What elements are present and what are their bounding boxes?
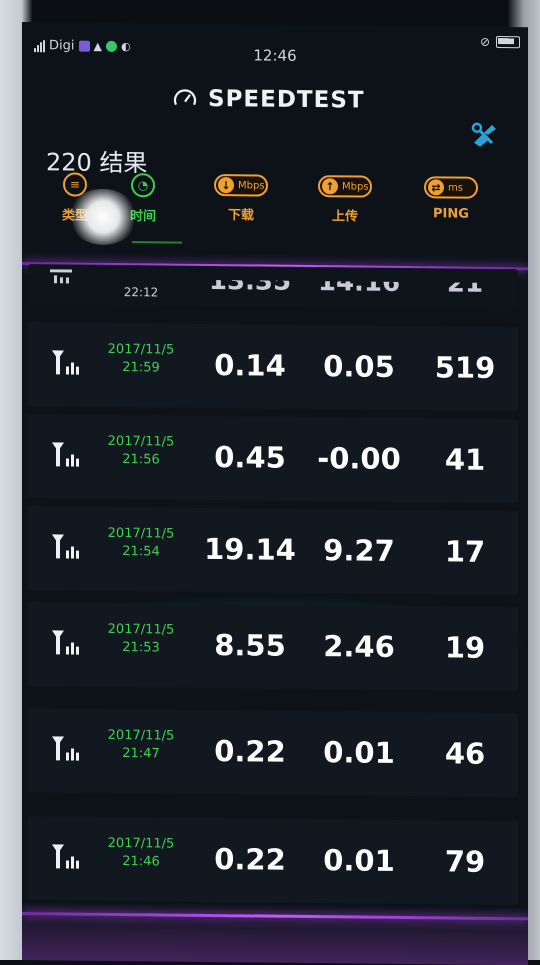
status-time: 12:46 [253, 46, 297, 65]
download-value: 13.35 [208, 265, 292, 297]
app-logo: SPEEDTEST [172, 86, 365, 114]
column-type[interactable]: ≡ 类型 [62, 172, 89, 224]
result-row[interactable]: 2017/11/5 21:56 0.45 -0.00 41 [28, 414, 518, 504]
warning-icon: ▲ [93, 39, 102, 53]
active-sort-underline [132, 241, 182, 244]
result-datetime: 2017/11/5 21:53 [96, 621, 186, 658]
clock-icon: ◔ [131, 173, 155, 198]
app-screen: Digi ▲ ◐ 12:46 ⊘ SPEEDTEST 220 结果 ≡ 类型 ◔… [22, 22, 528, 965]
download-unit: Mbps [238, 179, 265, 192]
result-time: 21:54 [122, 544, 160, 560]
result-time-value: 22:12 [123, 285, 159, 300]
result-time: 21:56 [122, 452, 160, 468]
ping-value: 21 [446, 268, 484, 299]
cellular-icon [50, 842, 80, 874]
result-time: 21:59 [122, 360, 160, 376]
download-unit-pill: ↓ Mbps [214, 174, 268, 197]
cellular-icon [50, 440, 80, 472]
download-arrow-icon: ↓ [218, 177, 234, 194]
carrier-name: Digi [49, 38, 75, 54]
result-row[interactable]: 2017/11/5 21:46 0.22 0.01 79 [28, 816, 518, 906]
column-download-label: 下载 [227, 208, 254, 224]
mute-icon: ⊘ [479, 34, 490, 49]
column-time-label: 时间 [130, 209, 157, 225]
cellular-icon [50, 268, 72, 287]
signal-icon [34, 39, 45, 52]
upload-unit-pill: ↑ Mbps [318, 175, 372, 198]
results-list[interactable]: 22:12 13.35 14.16 21 2017/11/5 21:59 0.1… [22, 262, 528, 965]
result-row[interactable]: 2017/11/5 21:53 8.55 2.46 19 [28, 602, 518, 692]
type-sort-icon: ≡ [63, 172, 87, 197]
column-header-bar: ≡ 类型 ◔ 时间 ↓ Mbps 下载 ↑ Mbps 上传 ⇄ ms PING [42, 172, 528, 247]
download-value: 0.22 [214, 842, 286, 877]
ping-unit-pill: ⇄ ms [424, 176, 478, 199]
result-date: 2017/11/5 [107, 727, 175, 744]
result-datetime: 2017/11/5 21:46 [96, 835, 186, 872]
result-date: 2017/11/5 [107, 835, 175, 852]
app-header: SPEEDTEST [22, 72, 528, 147]
settings-button[interactable] [470, 121, 498, 153]
download-value: 0.14 [214, 348, 286, 383]
download-value: 8.55 [214, 628, 286, 663]
ping-value: 46 [444, 736, 486, 771]
result-row[interactable]: 2017/11/5 21:54 19.14 9.27 17 [28, 506, 518, 596]
wechat-icon: ◐ [120, 40, 131, 54]
ping-value: 17 [444, 534, 486, 569]
result-row[interactable]: 2017/11/5 21:59 0.14 0.05 519 [28, 322, 518, 412]
tools-icon [471, 122, 496, 147]
app-notification-icon [78, 40, 90, 52]
status-right: ⊘ [480, 35, 520, 49]
result-date: 2017/11/5 [107, 525, 175, 542]
ping-value: 19 [444, 630, 486, 665]
upload-value: 0.05 [323, 349, 395, 384]
status-left: Digi ▲ ◐ [34, 38, 131, 54]
column-download[interactable]: ↓ Mbps 下载 [214, 174, 268, 224]
result-time: 21:47 [122, 746, 160, 762]
bottom-glow [22, 902, 528, 965]
upload-value: 2.46 [323, 629, 395, 664]
column-upload-label: 上传 [331, 209, 358, 225]
result-datetime: 2017/11/5 21:59 [96, 341, 186, 378]
download-value: 19.14 [204, 531, 296, 567]
upload-value: -0.00 [317, 441, 401, 476]
column-ping-label: PING [433, 206, 469, 222]
column-time[interactable]: ◔ 时间 [130, 173, 156, 224]
upload-value: 0.01 [323, 735, 395, 770]
result-time: 21:53 [122, 640, 160, 656]
download-value: 0.22 [214, 734, 286, 769]
cellular-icon [50, 348, 80, 380]
result-row[interactable]: 2017/11/5 21:47 0.22 0.01 46 [28, 708, 518, 798]
upload-unit: Mbps [342, 180, 369, 193]
result-time: 21:46 [122, 854, 160, 870]
status-bar: Digi ▲ ◐ 12:46 ⊘ [22, 22, 528, 65]
upload-arrow-icon: ↑ [322, 178, 338, 195]
result-datetime: 2017/11/5 21:56 [96, 433, 186, 470]
upload-value: 14.16 [317, 267, 401, 298]
whatsapp-icon [105, 40, 117, 52]
column-type-label: 类型 [62, 208, 89, 224]
app-name: SPEEDTEST [208, 85, 365, 114]
battery-icon [496, 35, 520, 49]
cellular-icon [50, 532, 80, 564]
column-ping[interactable]: ⇄ ms PING [424, 176, 478, 222]
result-date: 2017/11/5 [107, 433, 175, 450]
ping-value: 79 [444, 844, 486, 879]
ping-unit: ms [448, 181, 463, 194]
column-upload[interactable]: ↑ Mbps 上传 [318, 175, 372, 225]
upload-value: 9.27 [323, 533, 395, 568]
cellular-icon [50, 628, 80, 660]
result-date: 2017/11/5 [107, 621, 175, 638]
ping-value: 519 [434, 350, 496, 385]
upload-value: 0.01 [323, 843, 395, 878]
result-datetime: 2017/11/5 21:54 [96, 525, 186, 562]
cellular-icon [50, 734, 80, 766]
result-time: 22:12 [96, 283, 186, 302]
result-row[interactable]: 22:12 13.35 14.16 21 [28, 264, 518, 310]
ping-arrows-icon: ⇄ [428, 179, 444, 196]
download-value: 0.45 [214, 440, 286, 475]
ping-value: 41 [444, 442, 486, 477]
result-date: 2017/11/5 [107, 341, 175, 358]
result-datetime: 2017/11/5 21:47 [96, 727, 186, 764]
speedometer-icon [173, 89, 197, 106]
